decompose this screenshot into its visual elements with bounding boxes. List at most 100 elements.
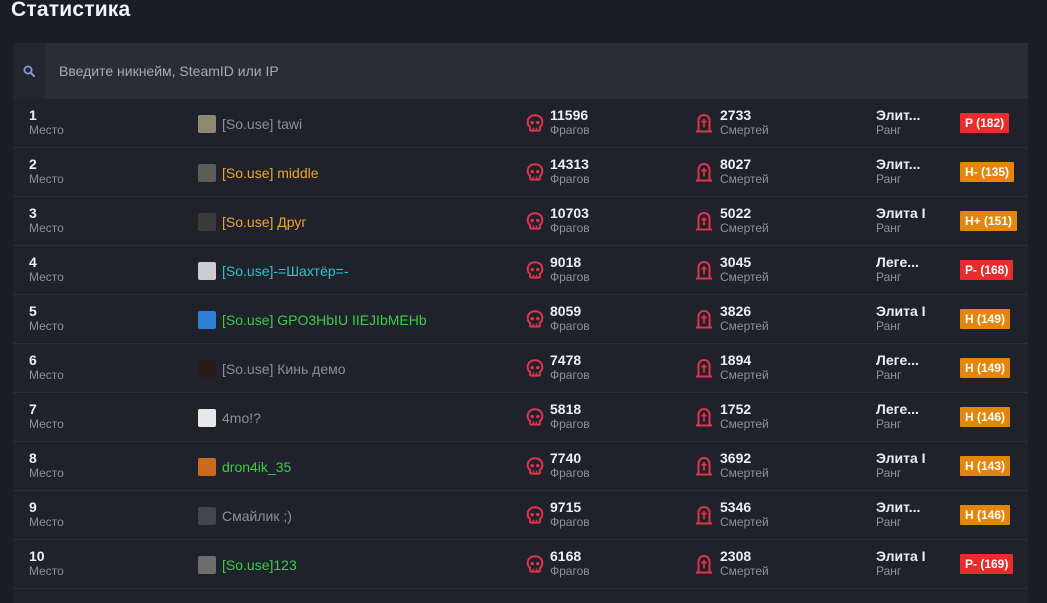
rank-cell: 1 Место — [29, 108, 64, 138]
deaths-cell: 1752 Смертей — [720, 402, 769, 432]
page-title: Статистика — [11, 0, 131, 21]
rank-cell: 5 Место — [29, 304, 64, 334]
table-row[interactable]: 5 Место [So.use] GPO3HbIU IIEJIbMEHb 805… — [13, 295, 1028, 344]
table-row[interactable]: 4 Место [So.use]-=Шахтёр=- 9018 Фрагов 3… — [13, 246, 1028, 295]
level-value: Леге... — [876, 402, 919, 417]
skull-icon — [525, 456, 545, 481]
skull-icon — [525, 309, 545, 334]
player-name[interactable]: [So.use] GPO3HbIU IIEJIbMEHb — [222, 312, 427, 328]
kills-cell: 6168 Фрагов — [550, 549, 590, 579]
avatar — [198, 507, 216, 525]
deaths-label: Смертей — [720, 221, 769, 235]
kills-label: Фрагов — [550, 417, 590, 431]
kills-value: 14313 — [550, 156, 589, 172]
player-cell[interactable]: [So.use] tawi — [198, 115, 302, 133]
rating-badge: P (182) — [960, 113, 1010, 133]
player-cell[interactable]: dron4ik_35 — [198, 458, 291, 476]
rating-badge: H- (135) — [960, 162, 1015, 182]
level-cell: Элит... Ранг — [876, 108, 920, 138]
rank-value: 10 — [29, 548, 45, 564]
level-cell: Элита I Ранг — [876, 549, 926, 579]
deaths-value: 3692 — [720, 450, 752, 466]
player-name[interactable]: [So.use] tawi — [222, 116, 302, 132]
player-name[interactable]: dron4ik_35 — [222, 459, 291, 475]
player-cell[interactable]: [So.use] Друг — [198, 213, 306, 231]
kills-cell: 10703 Фрагов — [550, 206, 590, 236]
rating-badge: H (146) — [960, 505, 1011, 525]
avatar — [198, 164, 216, 182]
kills-cell: 14313 Фрагов — [550, 157, 590, 187]
deaths-cell: 2308 Смертей — [720, 549, 769, 579]
rating-badge: H (149) — [960, 309, 1011, 329]
deaths-value: 1752 — [720, 401, 752, 417]
tombstone-icon — [694, 161, 714, 188]
level-cell: Леге... Ранг — [876, 255, 919, 285]
player-name[interactable]: [So.use]-=Шахтёр=- — [222, 263, 349, 279]
kills-label: Фрагов — [550, 466, 590, 480]
table-row[interactable]: 6 Место [So.use] Кинь демо 7478 Фрагов 1… — [13, 344, 1028, 393]
rating-badge: P- (168) — [960, 260, 1014, 280]
deaths-label: Смертей — [720, 417, 769, 431]
player-cell[interactable]: 4mo!? — [198, 409, 261, 427]
skull-icon — [525, 358, 545, 383]
player-name[interactable]: [So.use] Кинь демо — [222, 361, 346, 377]
table-row[interactable]: 1 Место [So.use] tawi 11596 Фрагов 2733 … — [13, 99, 1028, 148]
player-cell[interactable]: [So.use] middle — [198, 164, 319, 182]
level-value: Элит... — [876, 500, 921, 515]
player-name[interactable]: Смайлик ;) — [222, 508, 292, 524]
kills-label: Фрагов — [550, 319, 590, 333]
skull-icon — [525, 113, 545, 138]
player-name[interactable]: [So.use] Друг — [222, 214, 306, 230]
search-icon[interactable] — [13, 43, 45, 99]
tombstone-icon — [694, 308, 714, 335]
level-value: Элит... — [876, 108, 921, 123]
level-label: Ранг — [876, 172, 902, 186]
player-name[interactable]: [So.use] middle — [222, 165, 319, 181]
kills-cell: 9018 Фрагов — [550, 255, 590, 285]
player-cell[interactable]: [So.use] GPO3HbIU IIEJIbMEHb — [198, 311, 427, 329]
player-cell[interactable]: [So.use] Кинь демо — [198, 360, 346, 378]
skull-icon — [525, 505, 545, 530]
tombstone-icon — [694, 406, 714, 433]
table-row[interactable]: 7 Место 4mo!? 5818 Фрагов 1752 Смертей Л… — [13, 393, 1028, 442]
skull-icon — [525, 554, 545, 579]
table-row[interactable]: 9 Место Смайлик ;) 9715 Фрагов 5346 Смер… — [13, 491, 1028, 540]
table-row[interactable]: 3 Место [So.use] Друг 10703 Фрагов 5022 … — [13, 197, 1028, 246]
rank-value: 2 — [29, 156, 37, 172]
level-cell: Элит... Ранг — [876, 500, 920, 530]
player-name[interactable]: 4mo!? — [222, 410, 261, 426]
player-cell[interactable]: [So.use]123 — [198, 556, 297, 574]
deaths-value: 2308 — [720, 548, 752, 564]
avatar — [198, 458, 216, 476]
level-label: Ранг — [876, 368, 902, 382]
table-row[interactable]: 8 Место dron4ik_35 7740 Фрагов 3692 Смер… — [13, 442, 1028, 491]
deaths-cell: 1894 Смертей — [720, 353, 769, 383]
level-label: Ранг — [876, 466, 902, 480]
rank-cell: 7 Место — [29, 402, 64, 432]
rank-value: 9 — [29, 499, 37, 515]
kills-label: Фрагов — [550, 221, 590, 235]
table-row[interactable]: 10 Место [So.use]123 6168 Фрагов 2308 См… — [13, 540, 1028, 589]
rank-value: 6 — [29, 352, 37, 368]
level-value: Элита I — [876, 206, 926, 221]
stats-panel: 1 Место [So.use] tawi 11596 Фрагов — [13, 42, 1028, 603]
kills-value: 9715 — [550, 499, 582, 515]
deaths-label: Смертей — [720, 123, 769, 137]
avatar — [198, 213, 216, 231]
level-label: Ранг — [876, 270, 902, 284]
avatar — [198, 115, 216, 133]
rank-value: 1 — [29, 107, 37, 123]
kills-cell: 11596 Фрагов — [550, 108, 590, 138]
table-row[interactable]: 2 Место [So.use] middle 14313 Фрагов 802… — [13, 148, 1028, 197]
rank-label: Место — [29, 319, 64, 333]
deaths-cell: 3826 Смертей — [720, 304, 769, 334]
rank-label: Место — [29, 172, 64, 186]
deaths-cell: 5346 Смертей — [720, 500, 769, 530]
rank-cell: 2 Место — [29, 157, 64, 187]
player-cell[interactable]: [So.use]-=Шахтёр=- — [198, 262, 349, 280]
player-cell[interactable]: Смайлик ;) — [198, 507, 292, 525]
search-input[interactable] — [45, 42, 1028, 100]
deaths-cell: 2733 Смертей — [720, 108, 769, 138]
kills-label: Фрагов — [550, 515, 590, 529]
player-name[interactable]: [So.use]123 — [222, 557, 297, 573]
